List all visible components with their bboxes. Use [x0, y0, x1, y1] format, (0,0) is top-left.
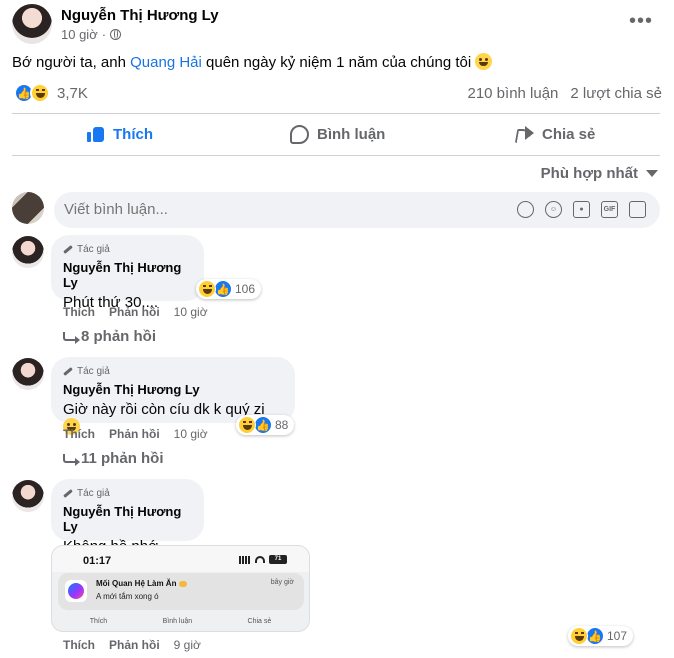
- comment-bubble-icon: [290, 124, 309, 144]
- haha-reaction-icon: [570, 627, 588, 645]
- author-badge: Tác giả: [63, 487, 192, 499]
- comment-reactions[interactable]: 👍 106: [196, 279, 262, 299]
- haha-reaction-icon: [238, 416, 256, 434]
- reaction-icons[interactable]: 👍: [14, 83, 50, 103]
- comment-reply-button[interactable]: Phản hồi: [109, 638, 160, 652]
- comment-bubble: Tác giả Nguyễn Thị Hương Ly Giờ này rồi …: [51, 357, 295, 435]
- like-reaction-icon: 👍: [214, 280, 232, 298]
- more-options-icon[interactable]: •••: [629, 10, 653, 33]
- camera-icon[interactable]: ●: [573, 201, 590, 218]
- pen-icon: [63, 244, 73, 254]
- author-avatar[interactable]: [12, 4, 52, 44]
- caret-down-icon: [646, 170, 658, 177]
- comment-like-button[interactable]: Thích: [63, 427, 95, 441]
- comment-avatar[interactable]: [12, 358, 44, 390]
- screenshot-action-bar: Thích Bình luận Chia sẻ: [89, 618, 272, 625]
- sticker-icon[interactable]: [629, 201, 646, 218]
- phone-clock: 01:17: [83, 555, 112, 567]
- handshake-emoji-icon: [178, 581, 187, 587]
- comment-reactions[interactable]: 👍 88: [236, 415, 295, 435]
- like-reaction-icon: 👍: [586, 627, 604, 645]
- author-badge: Tác giả: [63, 243, 192, 255]
- sort-dropdown[interactable]: Phù hợp nhất: [541, 165, 658, 182]
- comment-time[interactable]: 10 giờ: [174, 305, 208, 319]
- comment-reply-button[interactable]: Phản hồi: [109, 305, 160, 319]
- comment-time[interactable]: 9 giờ: [174, 638, 201, 652]
- divider: [12, 155, 660, 156]
- comment-author[interactable]: Nguyễn Thị Hương Ly: [63, 504, 192, 534]
- comment-actions: Thích Phản hồi 10 giờ: [63, 305, 208, 319]
- comment-author[interactable]: Nguyễn Thị Hương Ly: [63, 260, 192, 290]
- comment-avatar[interactable]: [12, 236, 44, 268]
- phone-status-icons: 71: [239, 555, 287, 564]
- comment-like-button[interactable]: Thích: [63, 638, 95, 652]
- notification-body: A mới tắm xong ó: [96, 592, 159, 601]
- comment-like-button[interactable]: Thích: [63, 305, 95, 319]
- reply-arrow-icon: [63, 454, 80, 466]
- comment-time[interactable]: 10 giờ: [174, 427, 208, 441]
- post-time[interactable]: 10 giờ: [61, 27, 98, 42]
- comment-reply-button[interactable]: Phản hồi: [109, 427, 160, 441]
- thumbs-up-icon: [87, 125, 105, 143]
- like-button[interactable]: Thích: [87, 117, 153, 151]
- reply-arrow-icon: [63, 332, 80, 344]
- gif-icon[interactable]: GIF: [601, 201, 618, 218]
- divider: [12, 113, 660, 114]
- globe-icon: [110, 29, 122, 40]
- comment-input[interactable]: [64, 201, 464, 218]
- comment-actions: Thích Phản hồi 9 giờ: [63, 638, 201, 652]
- haha-reaction-icon: [198, 280, 216, 298]
- comment-image-attachment[interactable]: 01:17 71 Mối Quan Hệ Làm Ăn A mới tắm xo…: [51, 545, 310, 632]
- mention-link[interactable]: Quang Hải: [130, 54, 202, 71]
- comment-avatar[interactable]: [12, 480, 44, 512]
- comment-actions: Thích Phản hồi 10 giờ: [63, 427, 208, 441]
- post-stats: 210 bình luận 2 lượt chia sẻ: [467, 85, 662, 102]
- pen-icon: [63, 366, 73, 376]
- comment-bubble: Tác giả Nguyễn Thị Hương Ly Phút thứ 30.…: [51, 235, 204, 311]
- avatar-sticker-icon[interactable]: [517, 201, 534, 218]
- wifi-icon: [255, 556, 265, 563]
- grinning-emoji-icon: [475, 53, 493, 70]
- emoji-icon[interactable]: ☺: [545, 201, 562, 218]
- share-count[interactable]: 2 lượt chia sẻ: [570, 85, 662, 102]
- post-meta: 10 giờ ·: [61, 27, 122, 42]
- like-reaction-icon: 👍: [254, 416, 272, 434]
- comment-bubble: Tác giả Nguyễn Thị Hương Ly Không hề nhớ…: [51, 479, 204, 555]
- composer-tools: ☺ ● GIF: [517, 201, 646, 218]
- pen-icon: [63, 488, 73, 498]
- author-badge: Tác giả: [63, 365, 283, 377]
- current-user-avatar[interactable]: [12, 192, 44, 224]
- comment-reactions[interactable]: 👍 107: [568, 626, 634, 646]
- notification-time: bây giờ: [270, 579, 294, 586]
- post-author[interactable]: Nguyễn Thị Hương Ly: [61, 7, 219, 24]
- notification-title: Mối Quan Hệ Làm Ăn: [96, 579, 187, 588]
- haha-reaction-icon: [30, 83, 50, 103]
- share-arrow-icon: [514, 125, 534, 143]
- comment-button[interactable]: Bình luận: [290, 117, 385, 151]
- post-text: Bớ người ta, anh Quang Hải quên ngày kỷ …: [12, 53, 493, 71]
- reaction-count[interactable]: 3,7K: [57, 85, 88, 102]
- messenger-notification: Mối Quan Hệ Làm Ăn A mới tắm xong ó bây …: [58, 573, 304, 610]
- messenger-icon: [65, 580, 87, 602]
- view-replies-button[interactable]: 11 phản hồi: [63, 450, 164, 467]
- comment-author[interactable]: Nguyễn Thị Hương Ly: [63, 382, 283, 397]
- comment-composer[interactable]: ☺ ● GIF: [54, 192, 660, 228]
- comment-count[interactable]: 210 bình luận: [467, 85, 558, 102]
- battery-icon: 71: [269, 555, 287, 564]
- signal-icon: [239, 555, 251, 564]
- share-button[interactable]: Chia sẻ: [514, 117, 595, 151]
- view-replies-button[interactable]: 8 phản hồi: [63, 328, 156, 345]
